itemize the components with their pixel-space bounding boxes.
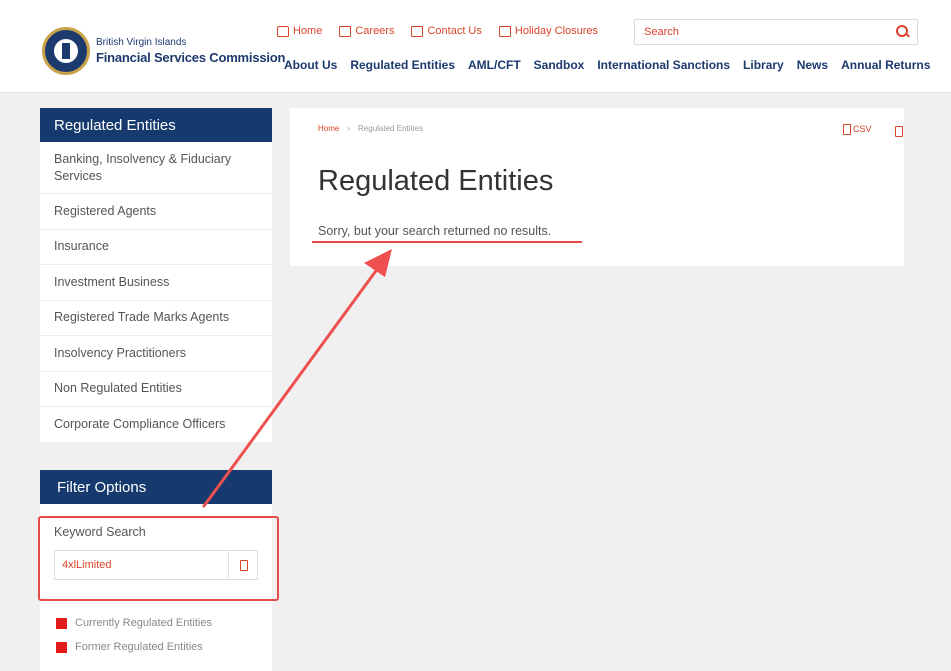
sidebar-item-compliance-officers[interactable]: Corporate Compliance Officers xyxy=(40,407,272,443)
fsc-logo[interactable]: British Virgin Islands Financial Service… xyxy=(42,27,285,75)
csv-file-icon xyxy=(843,124,851,135)
nav-annual-returns[interactable]: Annual Returns xyxy=(841,58,930,72)
top-link-contact[interactable]: Contact Us xyxy=(411,25,482,37)
sidebar-title: Regulated Entities xyxy=(40,108,272,142)
sidebar-list: Banking, Insolvency & Fiduciary Services… xyxy=(40,142,272,443)
main-nav: About Us Regulated Entities AML/CFT Sand… xyxy=(284,58,930,72)
checkbox-icon xyxy=(56,641,67,653)
briefcase-icon xyxy=(339,25,352,37)
sidebar-item-banking[interactable]: Banking, Insolvency & Fiduciary Services xyxy=(40,142,272,194)
annotation-underline xyxy=(312,241,582,243)
checkbox-currently-regulated[interactable]: Currently Regulated Entities xyxy=(56,617,212,629)
breadcrumb-current: Regulated Entities xyxy=(358,124,423,133)
sidebar-item-non-regulated[interactable]: Non Regulated Entities xyxy=(40,372,272,407)
top-link-careers[interactable]: Careers xyxy=(339,25,394,37)
breadcrumb: Home › Regulated Entities xyxy=(318,124,423,133)
nav-news[interactable]: News xyxy=(797,58,828,72)
home-icon xyxy=(277,25,289,37)
nav-international-sanctions[interactable]: International Sanctions xyxy=(597,58,730,72)
logo-line1: British Virgin Islands xyxy=(96,36,187,48)
top-link-holiday-closures[interactable]: Holiday Closures xyxy=(498,25,598,37)
logo-line2: Financial Services Commission xyxy=(96,49,286,65)
results-card: Home › Regulated Entities CSV Regulated … xyxy=(290,108,904,266)
nav-about-us[interactable]: About Us xyxy=(284,58,337,72)
sidebar-item-registered-agents[interactable]: Registered Agents xyxy=(40,194,272,230)
no-results-message: Sorry, but your search returned no resul… xyxy=(318,224,552,238)
checkbox-icon xyxy=(56,617,67,629)
site-header: British Virgin Islands Financial Service… xyxy=(0,0,951,93)
nav-sandbox[interactable]: Sandbox xyxy=(534,58,585,72)
envelope-icon xyxy=(411,25,424,37)
checkbox-former-regulated[interactable]: Former Regulated Entities xyxy=(56,641,203,653)
sidebar-item-insurance[interactable]: Insurance xyxy=(40,230,272,265)
breadcrumb-home[interactable]: Home xyxy=(318,124,339,133)
csv-label: CSV xyxy=(853,124,872,134)
filter-title: Filter Options xyxy=(40,470,272,504)
search-input[interactable] xyxy=(635,20,875,44)
fsc-seal-icon xyxy=(42,27,90,75)
top-link-home[interactable]: Home xyxy=(277,25,322,37)
csv-export-button[interactable]: CSV xyxy=(843,124,872,135)
breadcrumb-separator: › xyxy=(347,124,351,133)
nav-aml-cft[interactable]: AML/CFT xyxy=(468,58,521,72)
print-icon[interactable] xyxy=(895,126,903,137)
page-title: Regulated Entities xyxy=(318,165,554,197)
calendar-icon xyxy=(498,25,511,37)
sidebar-item-trade-marks-agents[interactable]: Registered Trade Marks Agents xyxy=(40,301,272,336)
sidebar-item-investment-business[interactable]: Investment Business xyxy=(40,265,272,301)
nav-library[interactable]: Library xyxy=(743,58,784,72)
annotation-highlight-box xyxy=(38,516,279,601)
search-icon[interactable] xyxy=(896,25,909,38)
top-links: Home Careers Contact Us Holiday Closures xyxy=(277,25,598,37)
site-search xyxy=(634,19,918,45)
sidebar-item-insolvency-practitioners[interactable]: Insolvency Practitioners xyxy=(40,336,272,372)
nav-regulated-entities[interactable]: Regulated Entities xyxy=(350,58,455,72)
